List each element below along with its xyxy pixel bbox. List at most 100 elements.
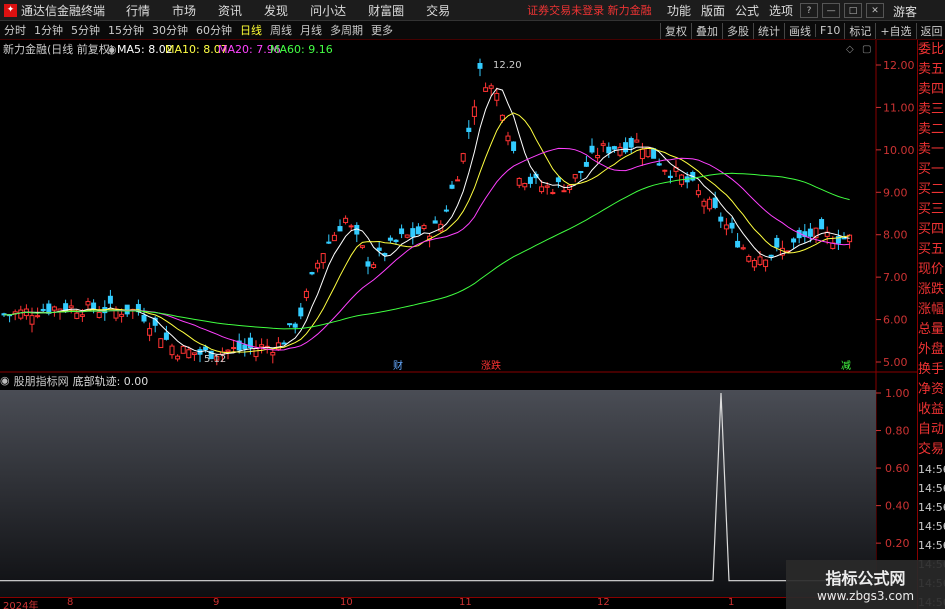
menu-news[interactable]: 资讯 <box>207 2 253 19</box>
period-intraday[interactable]: 分时 <box>0 22 30 38</box>
side-item: 买三 <box>918 202 945 217</box>
candle-body <box>819 219 825 230</box>
candle-body <box>253 347 259 358</box>
tool-overlay[interactable]: 叠加 <box>691 22 722 39</box>
menu-discover[interactable]: 发现 <box>253 2 299 19</box>
period-60min[interactable]: 60分钟 <box>192 22 236 38</box>
indicator-toggle-icon[interactable]: ◉ <box>0 374 10 387</box>
candle-body <box>561 190 567 193</box>
indicator-value: 底部轨迹: 0.00 <box>72 374 149 388</box>
ma-toggle-icon[interactable]: ◉ <box>107 43 117 56</box>
period-weekly[interactable]: 周线 <box>266 22 296 38</box>
candle-body <box>74 312 80 319</box>
tool-mark[interactable]: 标记 <box>844 22 875 39</box>
candle-body <box>757 256 763 265</box>
side-item: 总量 <box>918 322 945 337</box>
date-jan: 1 <box>728 597 735 608</box>
candle-body <box>259 344 265 348</box>
candle-body <box>35 315 41 318</box>
candle-body <box>583 161 589 167</box>
period-monthly[interactable]: 月线 <box>296 22 326 38</box>
tool-stats[interactable]: 统计 <box>753 22 784 39</box>
candle-body <box>791 238 797 243</box>
period-1min[interactable]: 1分钟 <box>30 22 67 38</box>
tool-back[interactable]: 返回 <box>915 22 945 39</box>
menu-market[interactable]: 市场 <box>161 2 207 19</box>
title-bar: ✦ 通达信金融终端 行情 市场 资讯 发现 问小达 财富圈 交易 证券交易未登录… <box>0 0 945 21</box>
kline-chart[interactable]: 12.00 11.00 10.00 9.00 8.00 7.00 6.00 5.00 1.00… <box>0 40 917 597</box>
candle-body <box>29 315 35 325</box>
event-finance[interactable]: 财 <box>393 359 403 372</box>
minimize-icon[interactable]: — <box>822 3 841 18</box>
period-multi[interactable]: 多周期 <box>326 22 367 38</box>
tool-adjust[interactable]: 复权 <box>660 22 691 39</box>
indicator-tick-label: 0.80 <box>885 425 910 438</box>
side-item: 现价 <box>918 262 945 277</box>
candle-body <box>119 313 125 317</box>
candle-body <box>292 323 298 328</box>
menu-layout[interactable]: 版面 <box>696 2 730 19</box>
event-reduce[interactable]: 减 <box>841 360 851 372</box>
tool-f10[interactable]: F10 <box>815 24 844 37</box>
indicator-axis: 1.00 0.80 0.60 0.40 0.20 <box>876 387 910 550</box>
app-logo-icon: ✦ <box>4 3 17 17</box>
maximize-icon[interactable]: □ <box>844 3 863 18</box>
candle-body <box>393 239 399 243</box>
close-icon[interactable]: ✕ <box>866 3 885 18</box>
candle-body <box>763 259 769 268</box>
candle-body <box>96 311 102 318</box>
candle-body <box>656 163 662 166</box>
tool-add-watchlist[interactable]: +自选 <box>875 22 915 39</box>
user-guest[interactable]: 游客 <box>893 3 917 20</box>
diamond-icon[interactable]: ◇ <box>846 44 854 55</box>
candle-body <box>539 186 545 193</box>
candle-body <box>477 63 483 69</box>
candle-body <box>410 228 416 238</box>
menu-formula[interactable]: 公式 <box>730 2 764 19</box>
high-label: 12.20 <box>493 60 522 71</box>
menu-wealth[interactable]: 财富圈 <box>357 2 415 19</box>
help-icon[interactable]: ? <box>800 3 819 18</box>
tool-multi[interactable]: 多股 <box>722 22 753 39</box>
menu-functions[interactable]: 功能 <box>662 2 696 19</box>
app-title: 通达信金融终端 <box>21 3 106 18</box>
candle-body <box>807 228 813 237</box>
event-change[interactable]: 涨跌 <box>481 359 501 372</box>
candle-body <box>18 309 24 319</box>
collapse-icon[interactable]: ▢ <box>862 44 871 55</box>
candle-body <box>421 225 427 230</box>
price-tick-label: 9.00 <box>883 186 908 199</box>
side-item: 涨幅 <box>918 302 945 317</box>
indicator-name[interactable]: 股朋指标网 <box>14 373 69 389</box>
tool-draw[interactable]: 画线 <box>784 22 815 39</box>
candle-body <box>343 217 349 224</box>
price-tick-label: 5.00 <box>883 356 908 369</box>
side-item: 委比 <box>918 42 945 57</box>
candle-body <box>337 226 343 232</box>
candle-body <box>309 272 315 275</box>
period-more[interactable]: 更多 <box>367 22 397 38</box>
candle-body <box>203 346 209 351</box>
candle-body <box>606 146 612 154</box>
candle-body <box>522 183 528 188</box>
period-30min[interactable]: 30分钟 <box>148 22 192 38</box>
candle-body <box>466 127 472 133</box>
menu-trade[interactable]: 交易 <box>415 2 461 19</box>
candle-body <box>348 225 354 228</box>
period-15min[interactable]: 15分钟 <box>104 22 148 38</box>
watermark-title: 指标公式网 <box>825 569 906 588</box>
candle-body <box>634 139 640 143</box>
menu-ask[interactable]: 问小达 <box>299 2 357 19</box>
candle-body <box>707 198 713 210</box>
date-aug: 8 <box>67 597 74 608</box>
menu-options[interactable]: 选项 <box>764 2 798 19</box>
candle-body <box>617 146 623 156</box>
menu-quotes[interactable]: 行情 <box>115 2 161 19</box>
period-daily[interactable]: 日线 <box>236 22 266 38</box>
candle-body <box>169 345 175 356</box>
period-5min[interactable]: 5分钟 <box>67 22 104 38</box>
date-sep: 9 <box>213 597 220 608</box>
side-item: 买四 <box>918 222 945 237</box>
candle-body <box>365 261 371 267</box>
candle-body <box>572 174 578 179</box>
